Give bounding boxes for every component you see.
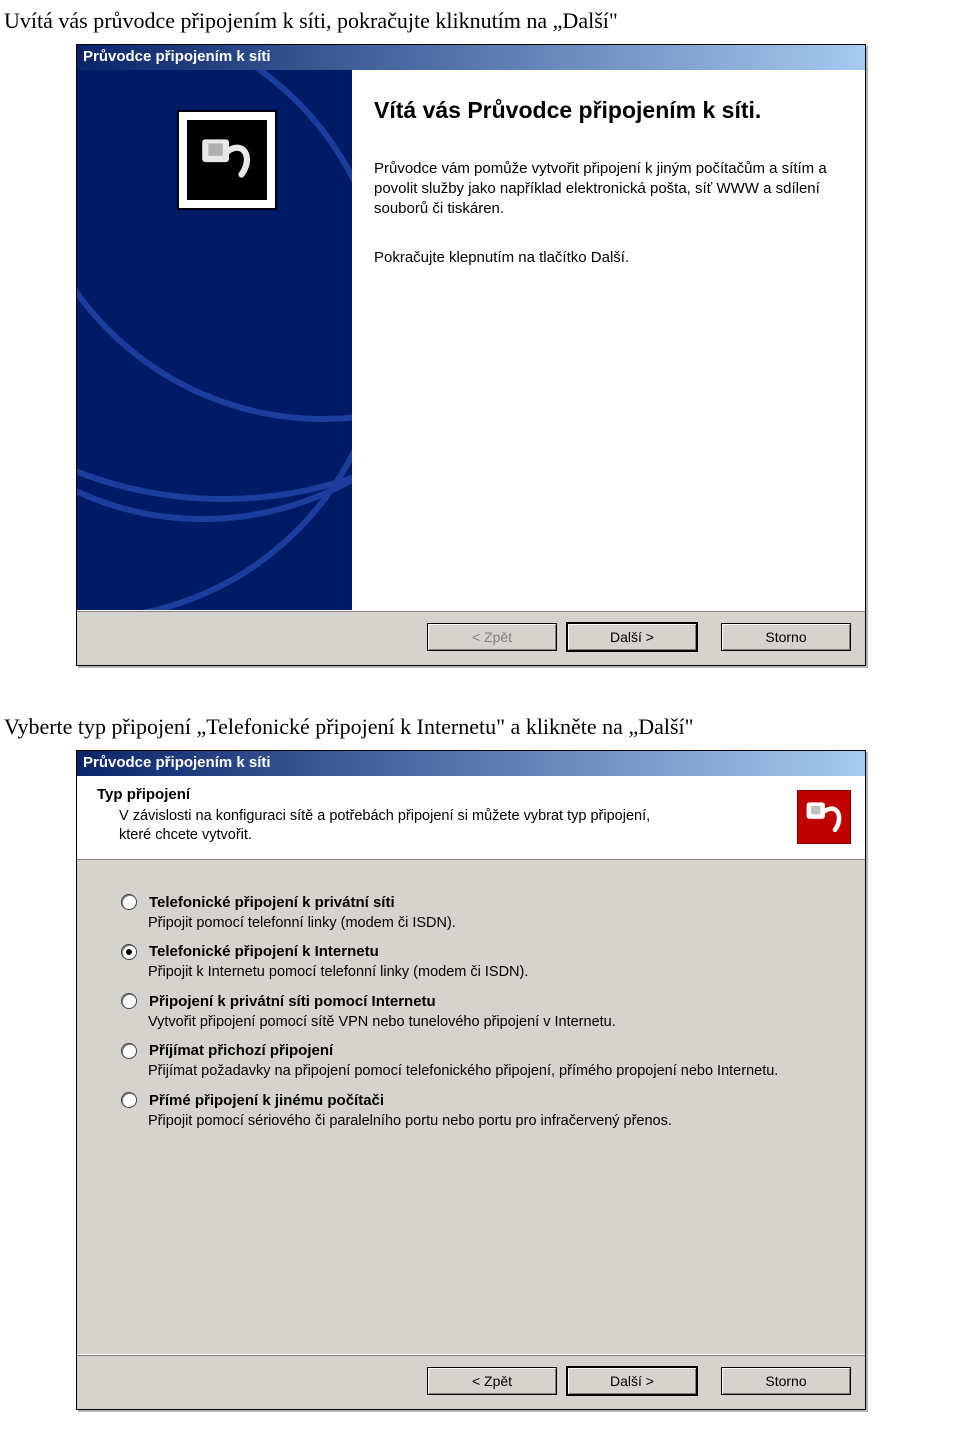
button-bar: < Zpět Další > Storno <box>77 610 865 665</box>
button-bar: < Zpět Další > Storno <box>77 1354 865 1409</box>
back-button: < Zpět <box>427 623 557 651</box>
radio-icon[interactable] <box>121 944 137 960</box>
titlebar: Průvodce připojením k síti <box>77 45 865 70</box>
cancel-button[interactable]: Storno <box>721 1367 851 1395</box>
radio-icon[interactable] <box>121 1092 137 1108</box>
option-desc: Připojit pomocí telefonní linky (modem č… <box>148 914 839 934</box>
next-button[interactable]: Další > <box>567 623 697 651</box>
network-connector-icon <box>797 790 851 844</box>
back-button[interactable]: < Zpět <box>427 1367 557 1395</box>
wizard-heading: Vítá vás Průvodce připojením k síti. <box>374 96 837 125</box>
wizard-intro-text: Průvodce vám pomůže vytvořit připojení k… <box>374 159 837 220</box>
wizard-type-dialog: Průvodce připojením k síti Typ připojení… <box>76 750 866 1410</box>
wizard-continue-hint: Pokračujte klepnutím na tlačítko Další. <box>374 248 837 268</box>
radio-icon[interactable] <box>121 1043 137 1059</box>
radio-icon[interactable] <box>121 993 137 1009</box>
wizard-subheader: Typ připojení V závislosti na konfigurac… <box>77 776 865 860</box>
cancel-button[interactable]: Storno <box>721 623 851 651</box>
option-desc: Přijímat požadavky na připojení pomocí t… <box>148 1062 839 1082</box>
options-area: Telefonické připojení k privátní síti Př… <box>77 860 865 1354</box>
option-dialup-private[interactable]: Telefonické připojení k privátní síti Př… <box>121 894 839 934</box>
titlebar: Průvodce připojením k síti <box>77 751 865 776</box>
option-desc: Připojit pomocí sériového či paralelního… <box>148 1112 839 1132</box>
caption-mid: Vyberte typ připojení „Telefonické připo… <box>0 706 960 750</box>
option-dialup-internet[interactable]: Telefonické připojení k Internetu Připoj… <box>121 943 839 983</box>
caption-top: Uvítá vás průvodce připojením k síti, po… <box>0 0 960 44</box>
wizard-welcome-dialog: Průvodce připojením k síti Vítá vás Prův… <box>76 44 866 666</box>
subheader-title: Typ připojení <box>97 786 783 803</box>
option-direct[interactable]: Přímé připojení k jinému počítači Připoj… <box>121 1092 839 1132</box>
radio-icon[interactable] <box>121 894 137 910</box>
option-vpn[interactable]: Připojení k privátní síti pomocí Interne… <box>121 993 839 1033</box>
network-connector-icon <box>177 110 277 210</box>
option-label: Příjímat přichozí připojení <box>149 1042 333 1059</box>
option-desc: Vytvořit připojení pomocí sítě VPN nebo … <box>148 1013 839 1033</box>
option-label: Přímé připojení k jinému počítači <box>149 1092 384 1109</box>
option-label: Připojení k privátní síti pomocí Interne… <box>149 993 436 1010</box>
hero-sidebar <box>77 70 352 610</box>
option-label: Telefonické připojení k Internetu <box>149 943 379 960</box>
subheader-subtitle: V závislosti na konfiguraci sítě a potře… <box>97 807 679 845</box>
option-incoming[interactable]: Příjímat přichozí připojení Přijímat pož… <box>121 1042 839 1082</box>
option-label: Telefonické připojení k privátní síti <box>149 894 395 911</box>
option-desc: Připojit k Internetu pomocí telefonní li… <box>148 963 839 983</box>
next-button[interactable]: Další > <box>567 1367 697 1395</box>
